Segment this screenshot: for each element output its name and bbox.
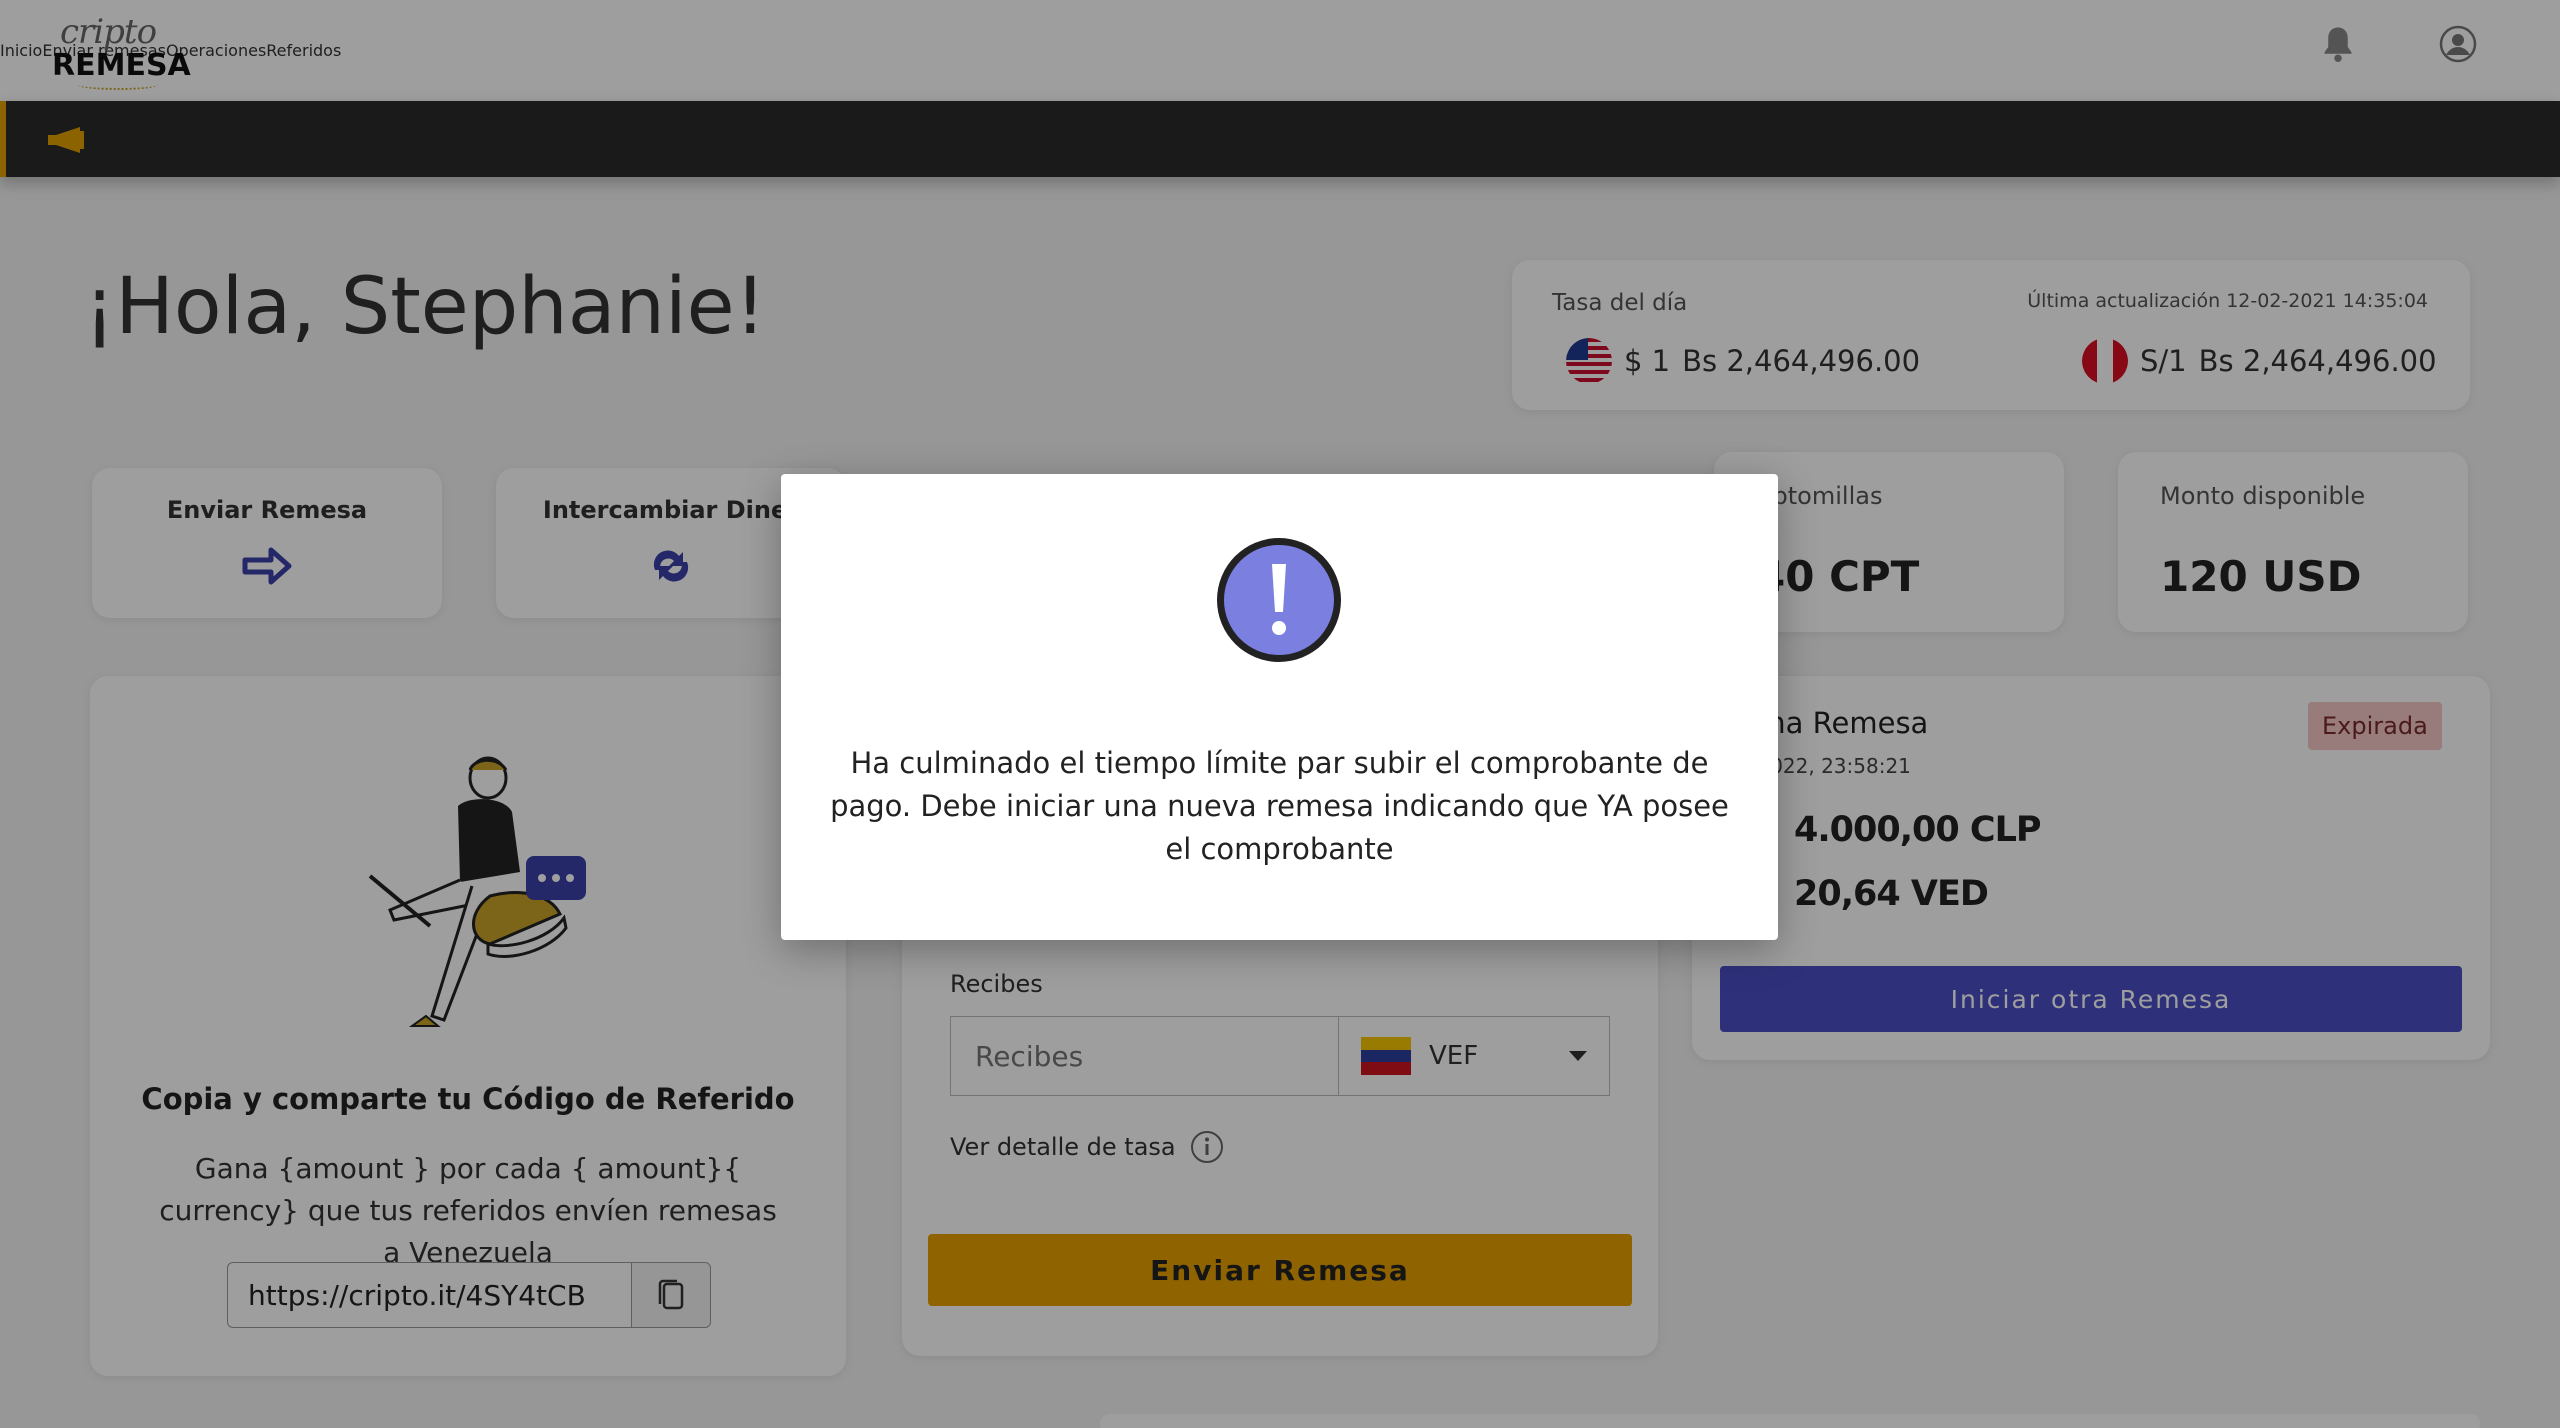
exclamation-icon [1217, 538, 1341, 662]
alert-message: Ha culminado el tiempo límite par subir … [830, 746, 1729, 866]
alert-dialog: Ha culminado el tiempo límite par subir … [781, 474, 1778, 940]
